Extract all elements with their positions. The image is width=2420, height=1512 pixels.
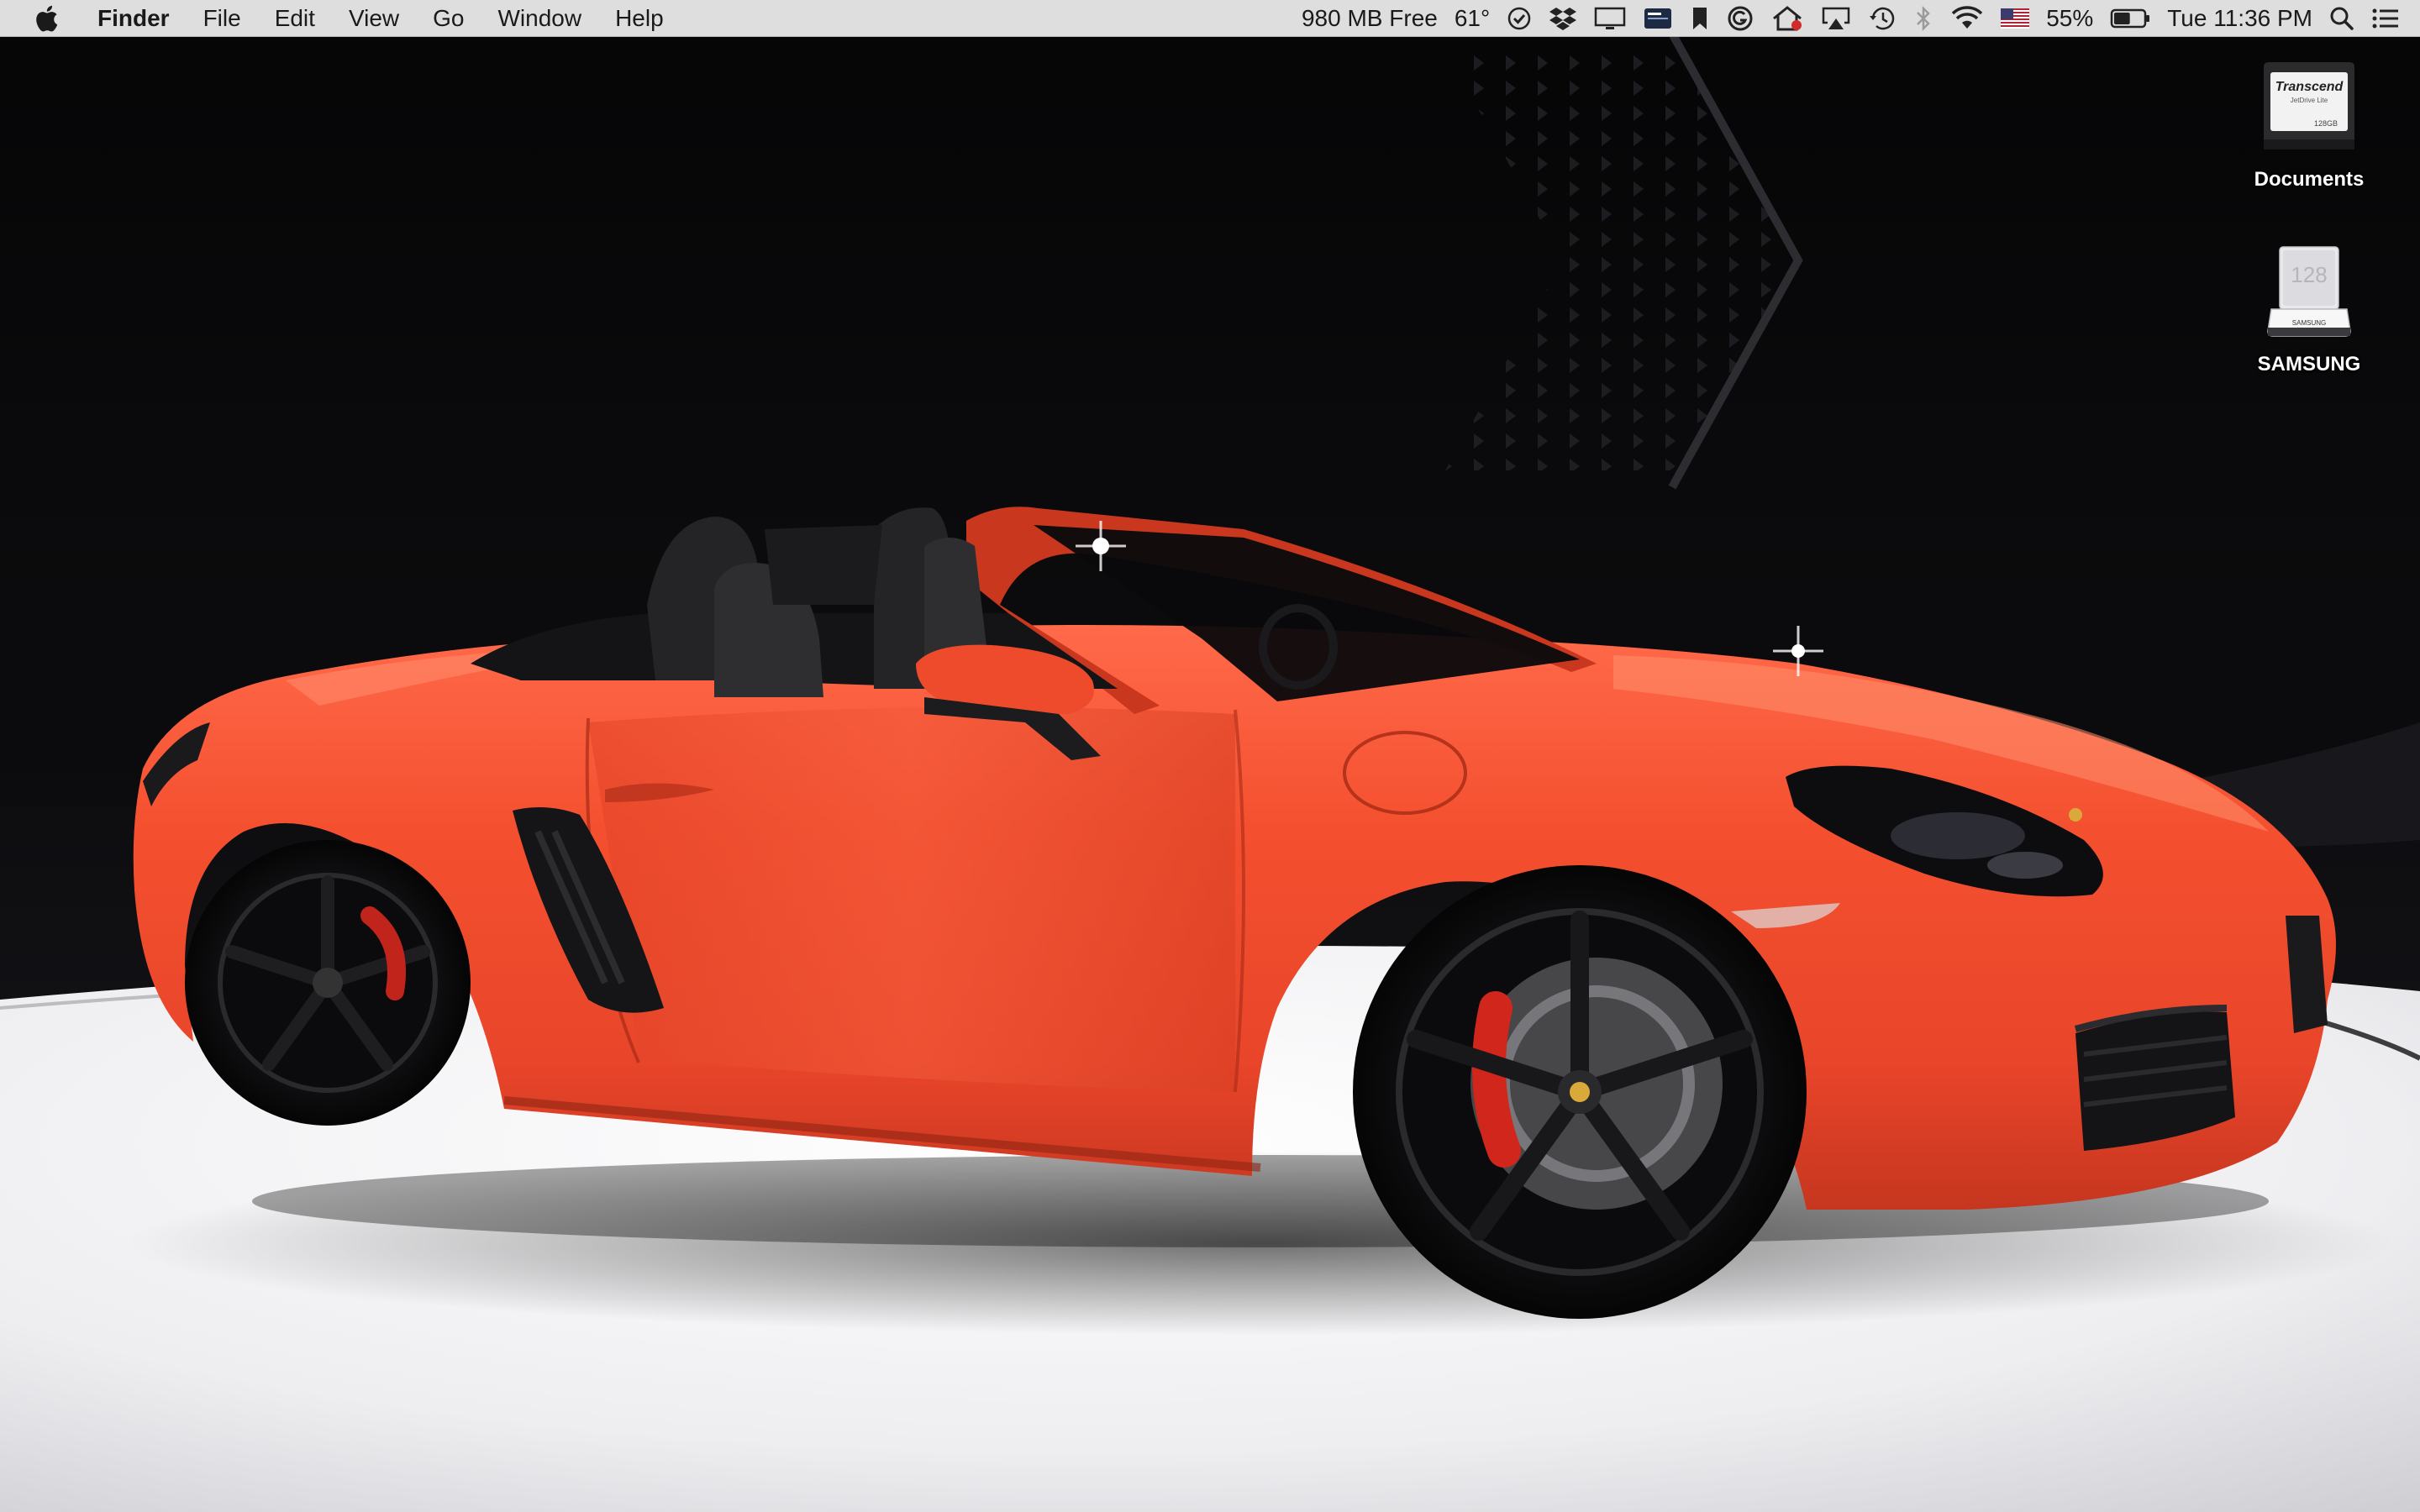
sd-card-icon: Transcend JetDrive Lite 128GB bbox=[2255, 55, 2363, 163]
usb-drive-capacity: 128 bbox=[2291, 262, 2327, 287]
menu-app-finder[interactable]: Finder bbox=[89, 0, 187, 37]
usb-drive-brand: SAMSUNG bbox=[2292, 319, 2326, 327]
menu-view[interactable]: View bbox=[332, 0, 416, 37]
wifi-icon[interactable] bbox=[1942, 0, 1992, 37]
desktop-icon-samsung[interactable]: 128 SAMSUNG SAMSUNG bbox=[2217, 240, 2402, 376]
card-icon[interactable] bbox=[1634, 0, 1681, 37]
menu-edit[interactable]: Edit bbox=[258, 0, 332, 37]
notification-center-icon[interactable] bbox=[2363, 0, 2408, 37]
bookmark-icon[interactable] bbox=[1681, 0, 1718, 37]
dropbox-icon[interactable] bbox=[1540, 0, 1586, 37]
apple-menu-icon[interactable] bbox=[32, 2, 60, 35]
us-flag-icon[interactable] bbox=[1992, 0, 2038, 37]
home-icon[interactable] bbox=[1762, 0, 1812, 37]
menu-go[interactable]: Go bbox=[416, 0, 481, 37]
sd-card-model: JetDrive Lite bbox=[2291, 97, 2328, 104]
grammarly-icon[interactable] bbox=[1718, 0, 1762, 37]
desktop-icon-documents[interactable]: Transcend JetDrive Lite 128GB Documents bbox=[2217, 55, 2402, 192]
menu-bar: Finder File Edit View Go Window Help 980… bbox=[0, 0, 2420, 37]
sd-card-brand: Transcend bbox=[2275, 80, 2344, 94]
menu-file[interactable]: File bbox=[187, 0, 258, 37]
display-icon[interactable] bbox=[1586, 0, 1634, 37]
bluetooth-icon[interactable] bbox=[1905, 0, 1942, 37]
menu-bar-status-area: 980 MB Free 61° 55% Tue 11:36 PM bbox=[1293, 0, 2408, 37]
time-machine-icon[interactable] bbox=[1860, 0, 1905, 37]
menu-bar-left: Finder File Edit View Go Window Help bbox=[0, 0, 681, 37]
usb-drive-icon: 128 SAMSUNG bbox=[2255, 240, 2363, 348]
menu-help[interactable]: Help bbox=[598, 0, 681, 37]
battery-percent[interactable]: 55% bbox=[2038, 0, 2102, 37]
desktop-icon-label: SAMSUNG bbox=[2257, 353, 2361, 375]
battery-icon[interactable] bbox=[2102, 0, 2159, 37]
checkmark-circle-icon[interactable] bbox=[1498, 0, 1540, 37]
desktop-icon-label: Documents bbox=[2254, 168, 2365, 191]
airplay-icon[interactable] bbox=[1812, 0, 1860, 37]
spotlight-icon[interactable] bbox=[2321, 0, 2363, 37]
wallpaper-porsche-boxster bbox=[0, 0, 2420, 1512]
clock[interactable]: Tue 11:36 PM bbox=[2159, 0, 2321, 37]
memory-status[interactable]: 980 MB Free bbox=[1293, 0, 1446, 37]
weather-status[interactable]: 61° bbox=[1446, 0, 1498, 37]
menu-window[interactable]: Window bbox=[481, 0, 598, 37]
sd-card-capacity: 128GB bbox=[2314, 119, 2338, 128]
desktop: Finder File Edit View Go Window Help 980… bbox=[0, 0, 2420, 1512]
